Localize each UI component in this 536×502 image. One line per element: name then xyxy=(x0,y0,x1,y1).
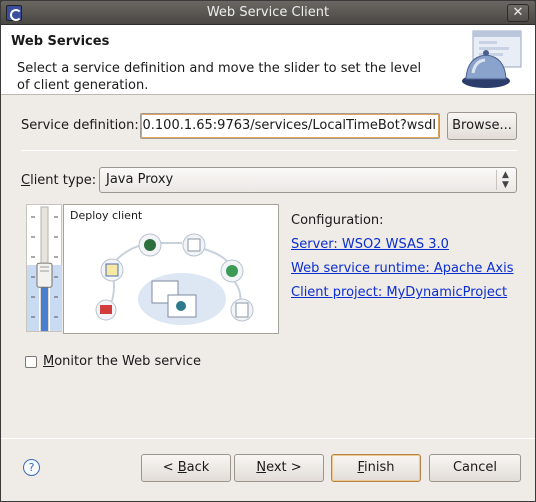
help-icon[interactable]: ? xyxy=(23,459,40,476)
banner-description: Select a service definition and move the… xyxy=(17,61,422,93)
start-stage-icon xyxy=(100,305,112,314)
combo-arrows-icon: ▲ ▼ xyxy=(496,170,514,190)
server-link[interactable]: Server: WSO2 WSAS 3.0 xyxy=(291,237,449,252)
assemble-stage-icon xyxy=(105,263,119,277)
monitor-web-service-checkbox[interactable] xyxy=(25,356,37,368)
generation-level-slider[interactable] xyxy=(26,204,62,332)
back-button[interactable]: < Back xyxy=(141,454,231,482)
monitor-web-service-label[interactable]: Monitor the Web service xyxy=(43,354,201,369)
deploy-client-diagram xyxy=(95,233,254,325)
service-definition-input[interactable]: /10.100.1.65:9763/services/LocalTimeBot?… xyxy=(140,113,440,139)
separator-bottom xyxy=(1,438,535,439)
service-definition-value: /10.100.1.65:9763/services/LocalTimeBot?… xyxy=(140,118,436,133)
web-service-runtime-link[interactable]: Web service runtime: Apache Axis xyxy=(291,261,513,276)
window-title: Web Service Client xyxy=(206,5,330,20)
install-stage-icon xyxy=(187,238,201,252)
slider-level-label: Deploy client xyxy=(70,209,143,222)
browse-button[interactable]: Browse... xyxy=(447,112,517,140)
wizard-banner: Web Services Select a service definition… xyxy=(1,25,535,95)
next-button[interactable]: Next > xyxy=(234,454,324,482)
client-project-link[interactable]: Client project: MyDynamicProject xyxy=(291,285,507,300)
slider-track-graphic xyxy=(27,206,62,332)
start-service-icon xyxy=(226,265,238,277)
web-service-client-dialog: Web Service Client ✕ Web Services Select… xyxy=(0,0,536,502)
client-type-label: Client type: xyxy=(21,173,97,188)
configuration-label: Configuration: xyxy=(291,213,384,228)
client-generation-preview: Deploy client xyxy=(63,204,279,334)
web-service-bell-icon xyxy=(462,30,522,88)
deploy-stage-icon xyxy=(144,239,156,251)
close-button[interactable]: ✕ xyxy=(507,4,529,22)
client-type-selected: Java Proxy xyxy=(106,172,174,187)
client-type-select[interactable]: Java Proxy ▲ ▼ xyxy=(99,167,517,193)
test-stage-icon xyxy=(235,302,249,318)
banner-title: Web Services xyxy=(11,34,110,49)
service-definition-label: Service definition: xyxy=(21,118,139,133)
separator-top xyxy=(21,150,517,151)
finish-button[interactable]: Finish xyxy=(331,454,421,482)
cancel-button[interactable]: Cancel xyxy=(429,454,521,482)
title-bar[interactable]: Web Service Client ✕ xyxy=(1,1,535,25)
